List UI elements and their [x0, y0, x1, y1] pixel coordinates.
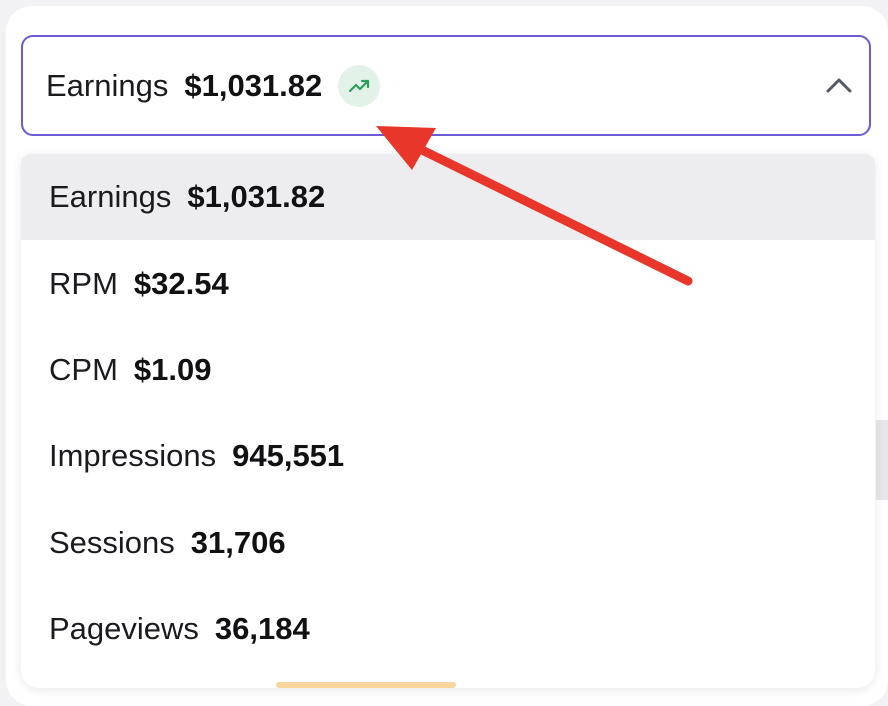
underlying-content-peek [276, 682, 456, 688]
option-label: Sessions [49, 524, 175, 560]
background-panel-edge [876, 420, 888, 500]
option-value: 945,551 [232, 438, 345, 474]
option-label: Pageviews [49, 611, 199, 647]
selected-metric-value: $1,031.82 [184, 67, 323, 103]
option-value: $1,031.82 [187, 179, 326, 215]
option-value: $1.09 [133, 351, 212, 387]
metric-dropdown-menu: Earnings $1,031.82 RPM $32.54 CPM $1.09 … [21, 154, 875, 688]
option-cpm[interactable]: CPM $1.09 [21, 327, 875, 413]
option-value: 31,706 [190, 524, 286, 560]
option-label: Earnings [49, 179, 172, 215]
option-label: RPM [49, 265, 118, 301]
option-pageviews[interactable]: Pageviews 36,184 [21, 586, 875, 672]
option-label: Impressions [49, 438, 217, 474]
option-label: CPM [49, 351, 118, 387]
trending-up-icon [338, 64, 381, 107]
option-value: 36,184 [214, 611, 310, 647]
option-sessions[interactable]: Sessions 31,706 [21, 500, 875, 586]
option-value: $32.54 [133, 265, 229, 301]
option-impressions[interactable]: Impressions 945,551 [21, 413, 875, 499]
metric-select[interactable]: Earnings $1,031.82 [21, 35, 871, 136]
selected-metric-label: Earnings [46, 67, 169, 103]
option-rpm[interactable]: RPM $32.54 [21, 240, 875, 326]
chevron-up-icon[interactable] [825, 75, 853, 95]
option-earnings[interactable]: Earnings $1,031.82 [21, 154, 875, 241]
